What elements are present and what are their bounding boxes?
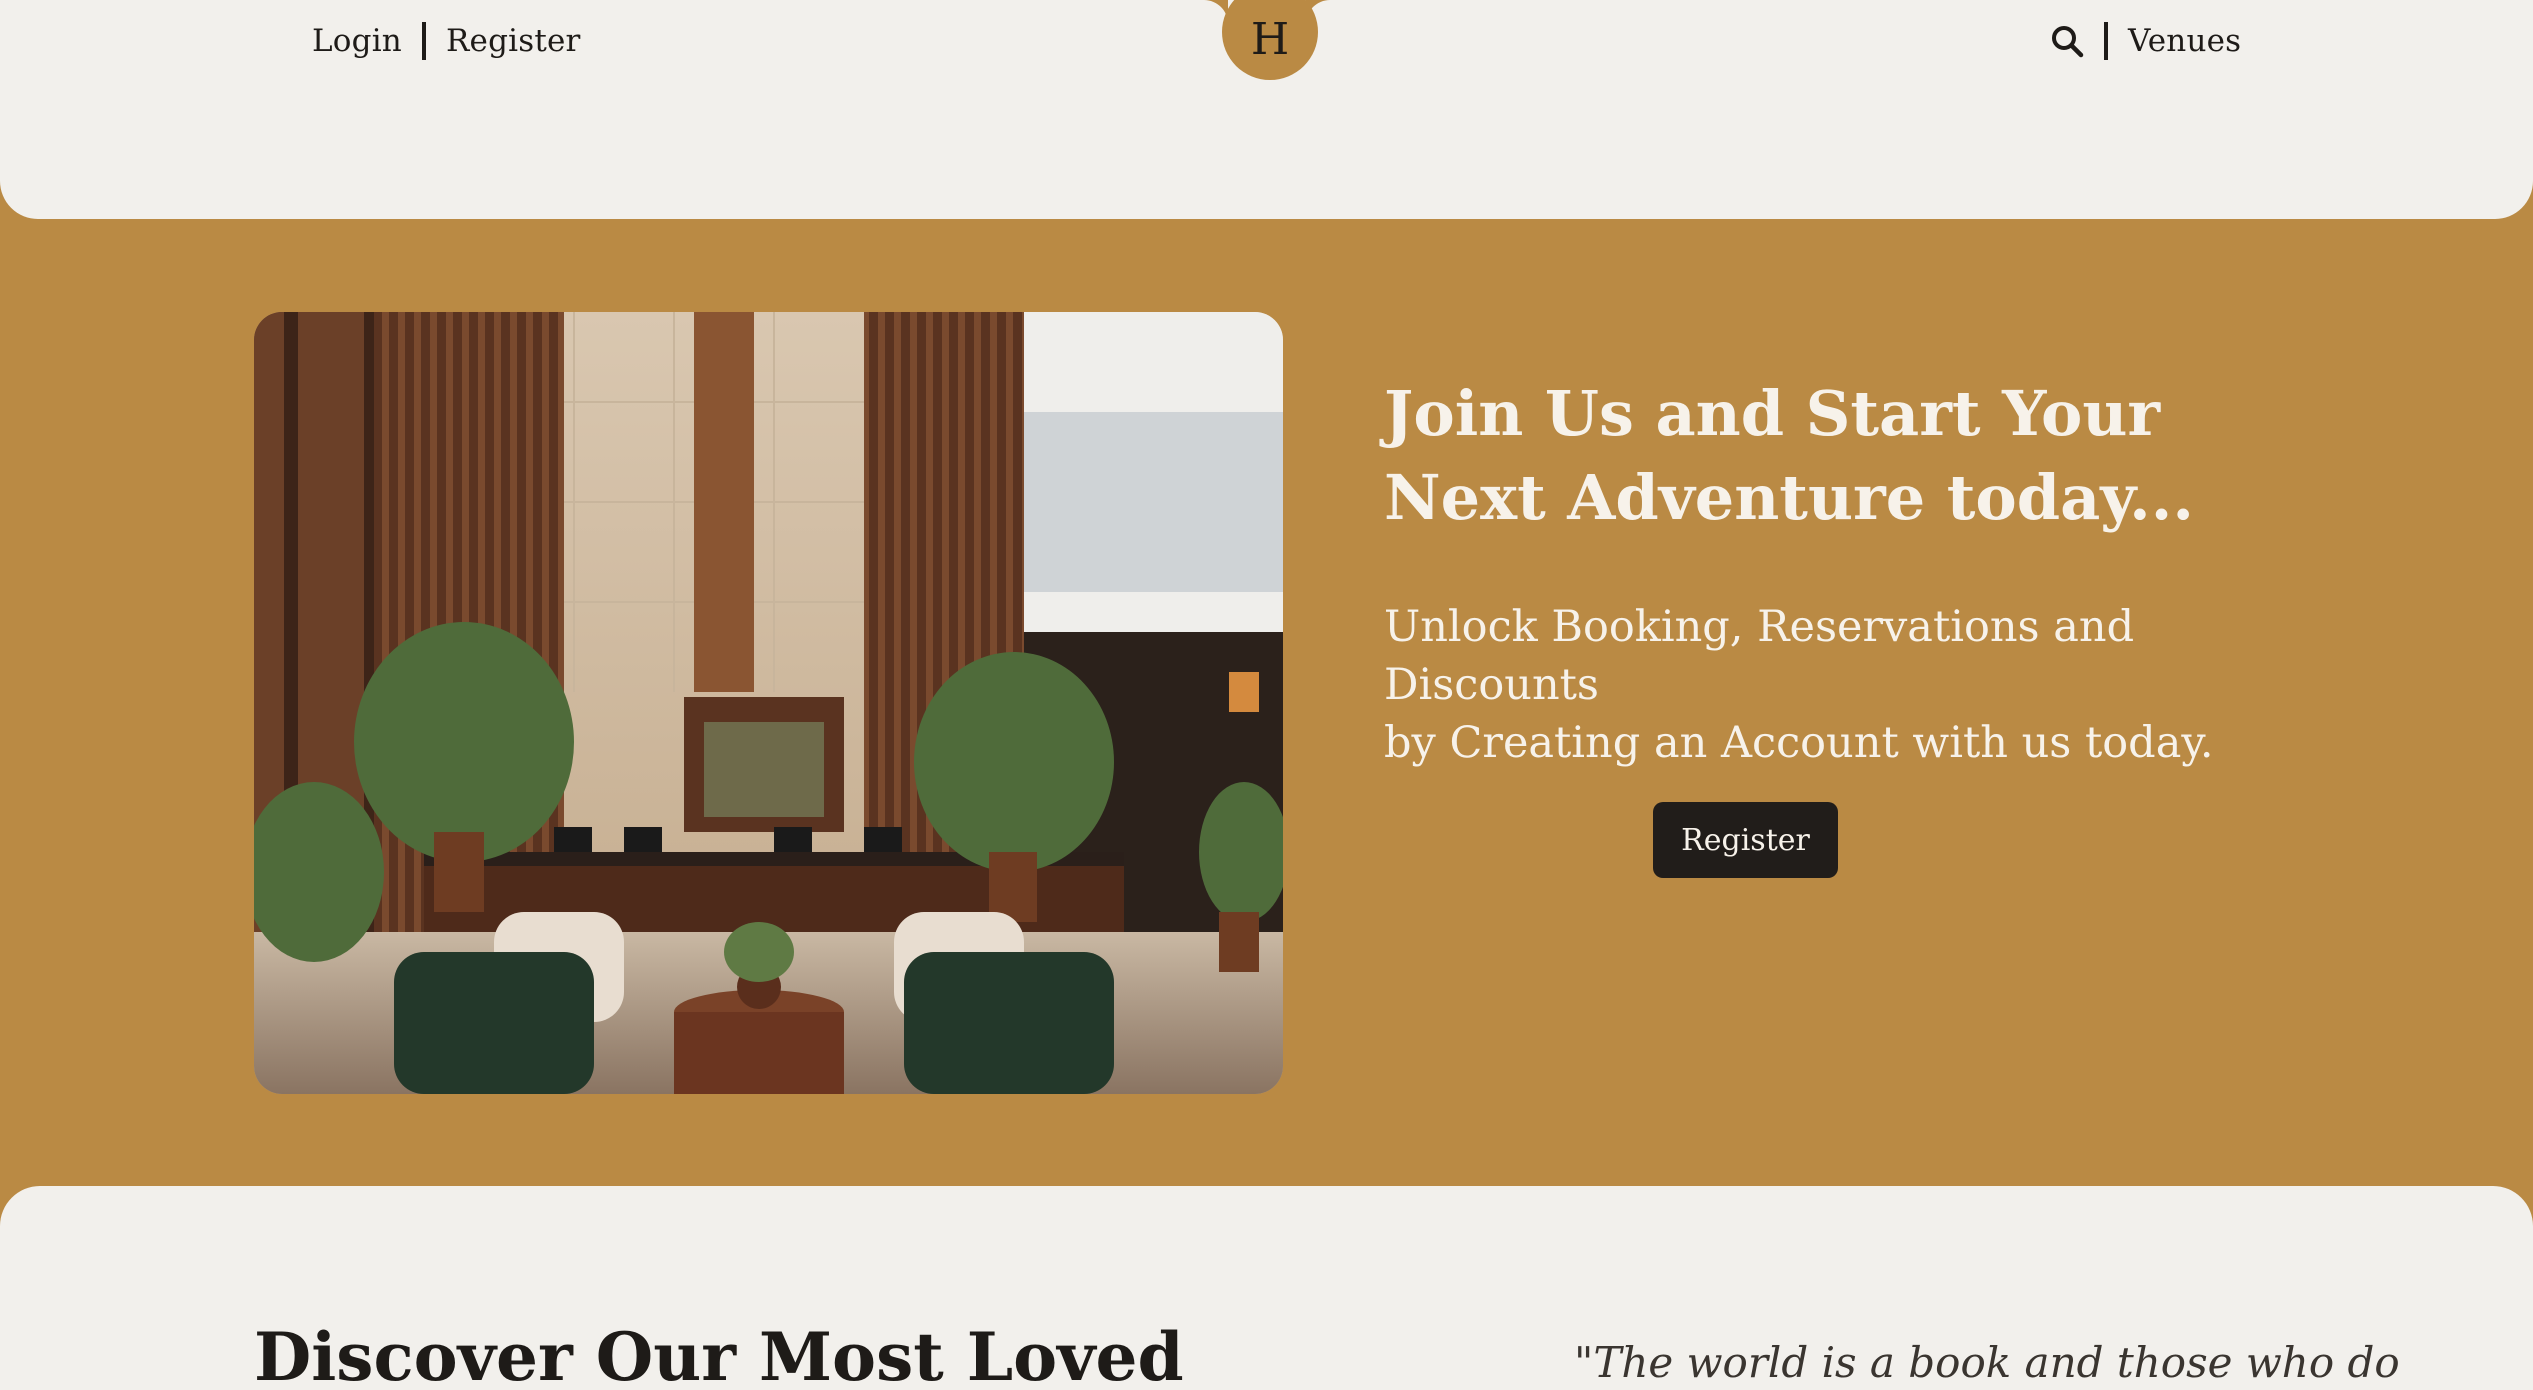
hero-subtitle: Unlock Booking, Reservations and Discoun… [1384,598,2284,772]
search-icon[interactable] [2050,24,2084,58]
site-header: Login Register H Venues [0,0,2533,219]
register-button[interactable]: Register [1653,802,1838,878]
travel-quote: "The world is a book and those who do [1574,1338,2400,1387]
discover-title: Discover Our Most Loved [254,1318,1184,1390]
hero-title-line-2: Next Adventure today... [1384,461,2194,534]
site-logo[interactable]: H [1222,0,1318,80]
hero-title: Join Us and Start Your Next Adventure to… [1384,372,2284,540]
hero-title-line-1: Join Us and Start Your [1384,377,2161,450]
utility-nav: Venues [2050,22,2241,60]
register-link[interactable]: Register [446,23,581,59]
auth-nav: Login Register [312,22,581,60]
venues-link[interactable]: Venues [2128,23,2241,59]
login-link[interactable]: Login [312,23,402,59]
nav-divider [2104,22,2108,60]
hero-subtitle-line-2: by Creating an Account with us today. [1384,718,2214,768]
logo-letter: H [1250,13,1290,65]
discover-section: Discover Our Most Loved "The world is a … [0,1186,2533,1390]
hero-subtitle-line-1: Unlock Booking, Reservations and Discoun… [1384,602,2135,710]
hotel-lobby-image [254,312,1283,1094]
nav-divider [421,22,426,60]
